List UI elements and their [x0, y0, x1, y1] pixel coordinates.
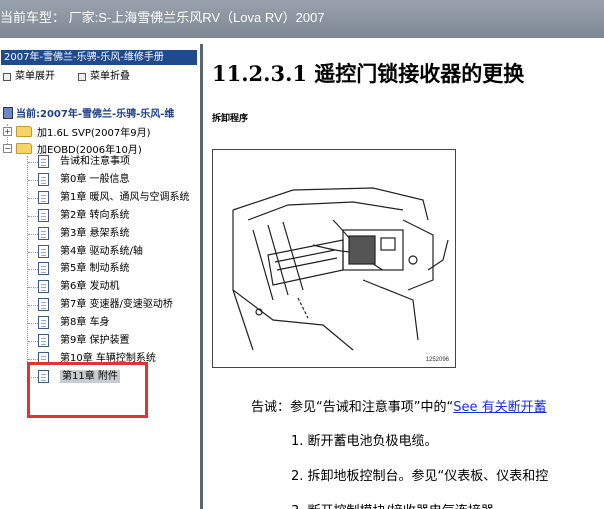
receiver-illustration: [232, 187, 449, 351]
chapter-item[interactable]: 第9章 保护装置: [60, 334, 130, 347]
chapter-item[interactable]: 第0章 一般信息: [60, 173, 130, 186]
chapter-item[interactable]: 第8章 车身: [60, 316, 110, 329]
tree-guide: [28, 269, 38, 270]
sidebar: 2007年-雪佛兰-乐骋-乐风-维修手册 菜单展开 菜单折叠 当前:2007年-…: [0, 44, 200, 509]
warning-link[interactable]: See 有关断开蓄: [453, 400, 546, 415]
chapter-item[interactable]: 第4章 驱动系统/轴: [60, 245, 143, 258]
tree-guide: [27, 156, 28, 384]
warning-text: 告诫：参见“告诫和注意事项”中的“See 有关断开蓄: [251, 396, 547, 415]
chapter-item[interactable]: 第1章 暖风、通风与空调系统: [60, 191, 190, 204]
tree-guide: [28, 162, 38, 163]
tree-guide: [28, 287, 38, 288]
document-icon: [38, 227, 49, 240]
tree-guide: [28, 234, 38, 235]
document-icon: [38, 298, 49, 311]
collapse-icon: [78, 73, 86, 81]
chapter-item[interactable]: 第2章 转向系统: [60, 209, 130, 222]
tree-guide: [28, 216, 38, 217]
chapter-item[interactable]: 第3章 悬架系统: [60, 227, 130, 240]
step-1: 1. 断开蓄电池负极电缆。: [291, 434, 438, 449]
folder-open-icon: [16, 142, 32, 154]
tree-guide: [28, 359, 38, 360]
collapse-toggle-icon[interactable]: −: [3, 143, 12, 153]
chapter-item[interactable]: 告诫和注意事项: [60, 155, 130, 168]
warning-prefix: 告诫：参见“告诫和注意事项”中的“: [251, 400, 454, 415]
node-label: 加1.6L SVP(2007年9月): [37, 127, 151, 139]
current-label: 当前:2007年-雪佛兰-乐骋-乐风-维: [16, 109, 175, 120]
document-icon: [38, 334, 49, 347]
tree-node-svp[interactable]: + 加1.6L SVP(2007年9月): [3, 124, 151, 139]
tree-guide: [28, 180, 38, 181]
content-pane: 11.2.3.1 遥控门锁接收器的更换 拆卸程序 1252096 告诫：参见“告…: [203, 44, 604, 509]
expand-all-label: 菜单展开: [15, 71, 55, 82]
node-label: 加EOBD(2006年10月): [37, 144, 142, 156]
tree-guide: [28, 252, 38, 253]
document-icon: [38, 280, 49, 293]
chapter-item[interactable]: 第6章 发动机: [60, 280, 120, 293]
tree-guide: [28, 341, 38, 342]
figure-number: 1252096: [425, 357, 449, 363]
document-icon: [38, 191, 49, 204]
vehicle-label: 当前车型： 厂家:S-上海雪佛兰乐风RV（Lova RV）2007: [0, 10, 325, 25]
tree-guide: [28, 198, 38, 199]
chapter-item[interactable]: 第5章 制动系统: [60, 262, 130, 275]
expand-icon: [3, 73, 11, 81]
page-title: 11.2.3.1 遥控门锁接收器的更换: [212, 61, 525, 86]
title-bar: 当前车型： 厂家:S-上海雪佛兰乐风RV（Lova RV）2007: [0, 0, 604, 38]
document-icon: [38, 155, 49, 168]
manual-title: 2007年-雪佛兰-乐骋-乐风-维修手册: [1, 50, 197, 65]
computer-icon: [3, 106, 13, 119]
document-icon: [38, 262, 49, 275]
document-icon: [38, 316, 49, 329]
step-3: 3. 断开控制模块/接收器电气连接器。: [291, 500, 507, 509]
document-icon: [38, 173, 49, 186]
component-diagram: 1252096: [212, 149, 456, 368]
document-icon: [38, 245, 49, 258]
expand-toggle-icon[interactable]: +: [3, 126, 12, 136]
chapter-item[interactable]: 第7章 变速器/变速驱动桥: [60, 298, 173, 311]
procedure-heading: 拆卸程序: [212, 114, 249, 124]
folder-icon: [16, 125, 32, 137]
current-root[interactable]: 当前:2007年-雪佛兰-乐骋-乐风-维: [3, 105, 174, 120]
tree-guide: [28, 323, 38, 324]
selection-highlight-box: [27, 362, 148, 418]
tree-guide: [28, 305, 38, 306]
collapse-all-label: 菜单折叠: [90, 71, 130, 82]
expand-all-button[interactable]: 菜单展开: [3, 70, 55, 84]
collapse-all-button[interactable]: 菜单折叠: [78, 70, 130, 84]
step-2: 2. 拆卸地板控制台。参见“仪表板、仪表和控: [291, 469, 549, 484]
tree-node-eobd[interactable]: − 加EOBD(2006年10月): [3, 141, 142, 156]
document-icon: [38, 209, 49, 222]
